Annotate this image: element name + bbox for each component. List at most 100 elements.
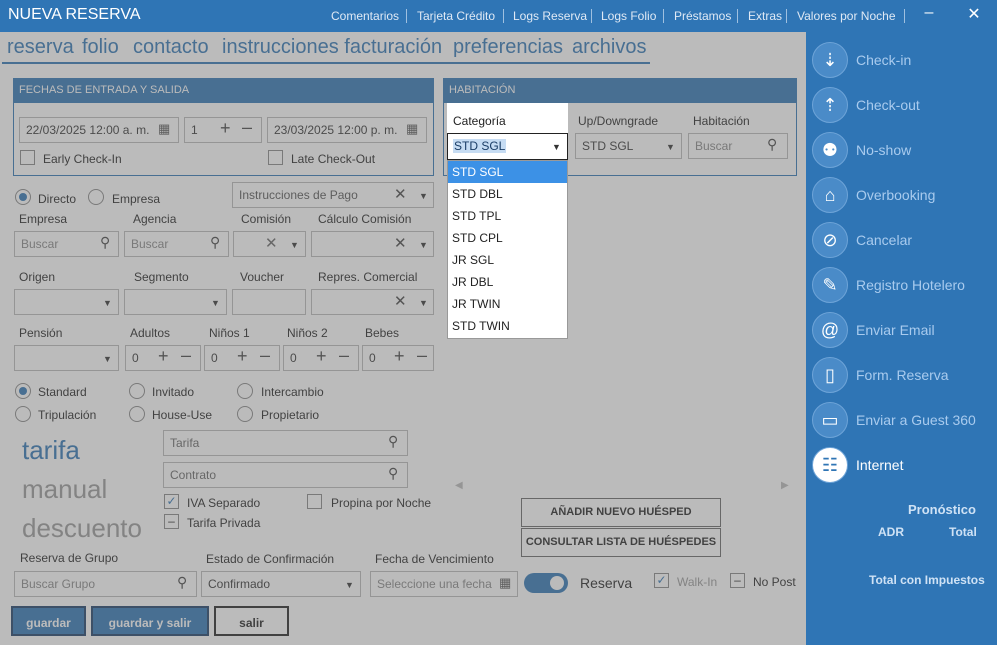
propietario-radio[interactable] [237, 406, 253, 422]
search-icon[interactable]: ⚲ [100, 234, 110, 251]
categoria-option[interactable]: STD TPL [448, 205, 567, 227]
categoria-dropdown-list: STD SGL STD DBL STD TPL STD CPL JR SGL J… [447, 160, 568, 339]
guardar-salir-button[interactable]: guardar y salir [91, 606, 209, 636]
salir-button[interactable]: salir [214, 606, 289, 636]
plus-icon[interactable]: + [220, 118, 231, 139]
early-checkin-checkbox[interactable] [20, 150, 35, 165]
tab-contacto[interactable]: contacto [133, 36, 209, 59]
calculo-comision-select[interactable] [311, 231, 434, 257]
document-icon: ▯ [812, 357, 848, 393]
minus-icon[interactable]: – [260, 345, 270, 366]
segmento-label: Segmento [134, 270, 189, 284]
minus-icon[interactable]: – [339, 345, 349, 366]
action-guest-360[interactable]: ▭ Enviar a Guest 360 [808, 400, 996, 440]
calendar-icon[interactable]: ▦ [406, 121, 418, 137]
tripulacion-radio[interactable] [15, 406, 31, 422]
menu-logs-reserva[interactable]: Logs Reserva [513, 9, 587, 23]
salida-date-field[interactable]: 23/03/2025 12:00 p. m. [267, 117, 427, 143]
search-icon[interactable]: ⚲ [388, 465, 398, 482]
tarifa-privada-checkbox[interactable]: – [164, 514, 179, 529]
reserva-toggle[interactable] [524, 573, 568, 593]
menu-logs-folio[interactable]: Logs Folio [601, 9, 656, 23]
tab-instrucciones-facturacion[interactable]: instrucciones facturación [222, 36, 442, 59]
grupo-search[interactable]: Buscar Grupo [14, 571, 197, 597]
standard-radio[interactable] [15, 383, 31, 399]
action-checkout[interactable]: ⇡ Check-out [808, 85, 996, 125]
menu-extras[interactable]: Extras [748, 9, 782, 23]
tarifa-mode-manual[interactable]: manual [22, 474, 107, 505]
search-icon[interactable]: ⚲ [388, 433, 398, 450]
search-icon[interactable]: ⚲ [767, 136, 777, 153]
estado-confirmacion-select[interactable]: Confirmado [201, 571, 361, 597]
menu-comentarios[interactable]: Comentarios [331, 9, 399, 23]
clear-icon[interactable]: ✕ [394, 292, 407, 310]
chevron-down-icon: ▼ [419, 191, 428, 201]
categoria-option[interactable]: STD TWIN [448, 315, 567, 337]
comision-label: Comisión [241, 212, 292, 226]
close-icon[interactable]: ✕ [962, 4, 986, 24]
empresa-radio[interactable] [88, 189, 104, 205]
plus-icon[interactable]: + [316, 346, 327, 367]
chevron-left-icon[interactable]: ◀ [455, 480, 463, 491]
walkin-checkbox[interactable]: ✓ [654, 573, 669, 588]
clear-icon[interactable]: ✕ [265, 234, 278, 252]
calendar-icon[interactable]: ▦ [499, 575, 511, 591]
action-overbooking[interactable]: ⌂ Overbooking [808, 175, 996, 215]
tarifa-search[interactable]: Tarifa [163, 430, 408, 456]
minus-icon[interactable]: – [242, 117, 252, 138]
chevron-right-icon[interactable]: ▶ [781, 480, 789, 491]
categoria-option[interactable]: STD DBL [448, 183, 567, 205]
menu-tarjeta-credito[interactable]: Tarjeta Crédito [417, 9, 495, 23]
entrada-date-field[interactable]: 22/03/2025 12:00 a. m. [19, 117, 179, 143]
plus-icon[interactable]: + [394, 346, 405, 367]
action-form-reserva[interactable]: ▯ Form. Reserva [808, 355, 996, 395]
categoria-option[interactable]: JR SGL [448, 249, 567, 271]
menu-prestamos[interactable]: Préstamos [674, 9, 731, 23]
tarifa-mode-tarifa[interactable]: tarifa [22, 435, 80, 466]
minus-icon[interactable]: – [417, 345, 427, 366]
categoria-option[interactable]: JR DBL [448, 271, 567, 293]
calendar-icon[interactable]: ▦ [158, 121, 170, 137]
categoria-select[interactable]: STD SGL ▼ [447, 133, 568, 160]
categoria-option[interactable]: STD SGL [448, 161, 567, 183]
tab-preferencias[interactable]: preferencias [453, 36, 563, 59]
plus-icon[interactable]: + [158, 346, 169, 367]
house-use-radio[interactable] [129, 406, 145, 422]
vencimiento-date-field[interactable]: Seleccione una fecha [370, 571, 518, 597]
tab-archivos[interactable]: archivos [572, 36, 646, 59]
voucher-field[interactable] [232, 289, 306, 315]
categoria-option[interactable]: JR TWIN [448, 293, 567, 315]
action-registro-hotelero[interactable]: ✎ Registro Hotelero [808, 265, 996, 305]
late-checkout-checkbox[interactable] [268, 150, 283, 165]
categoria-option[interactable]: STD CPL [448, 227, 567, 249]
search-icon[interactable]: ⚲ [177, 574, 187, 591]
repres-comercial-select[interactable] [311, 289, 434, 315]
tab-folio[interactable]: folio [82, 36, 119, 59]
guardar-button[interactable]: guardar [11, 606, 86, 636]
action-cancelar[interactable]: ⊘ Cancelar [808, 220, 996, 260]
iva-separado-checkbox[interactable]: ✓ [164, 494, 179, 509]
menu-valores-por-noche[interactable]: Valores por Noche [797, 9, 896, 23]
propina-checkbox[interactable] [307, 494, 322, 509]
search-icon[interactable]: ⚲ [210, 234, 220, 251]
tab-reserva[interactable]: reserva [7, 36, 74, 59]
minimize-icon[interactable]: – [917, 4, 941, 22]
intercambio-radio[interactable] [237, 383, 253, 399]
directo-radio[interactable] [15, 189, 31, 205]
tarifa-mode-descuento[interactable]: descuento [22, 513, 142, 544]
clear-icon[interactable]: ✕ [394, 185, 407, 203]
contrato-search[interactable]: Contrato [163, 462, 408, 488]
action-enviar-email[interactable]: @ Enviar Email [808, 310, 996, 350]
consultar-huespedes-button[interactable]: CONSULTAR LISTA DE HUÉSPEDES [521, 528, 721, 557]
action-checkin[interactable]: ⇣ Check-in [808, 40, 996, 80]
fechas-header: FECHAS DE ENTRADA Y SALIDA [14, 79, 433, 103]
action-noshow[interactable]: ⚉ No-show [808, 130, 996, 170]
clear-icon[interactable]: ✕ [394, 234, 407, 252]
cancel-icon: ⊘ [812, 222, 848, 258]
invitado-radio[interactable] [129, 383, 145, 399]
action-internet[interactable]: ☷ Internet [808, 445, 996, 485]
plus-icon[interactable]: + [237, 346, 248, 367]
anadir-huesped-button[interactable]: AÑADIR NUEVO HUÉSPED [521, 498, 721, 527]
nopost-checkbox[interactable]: – [730, 573, 745, 588]
minus-icon[interactable]: – [181, 345, 191, 366]
